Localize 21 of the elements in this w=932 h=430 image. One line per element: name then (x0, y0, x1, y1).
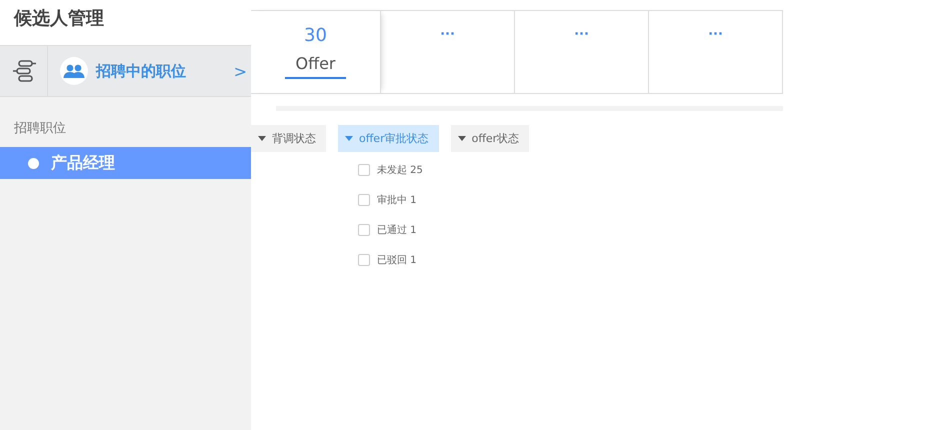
stage-tab[interactable]: ··· (648, 11, 782, 93)
stage-tab[interactable]: 30 Offer (251, 11, 380, 93)
option-label: 未发起 25 (377, 164, 423, 177)
option-label: 审批中 1 (377, 194, 417, 207)
stage-tab[interactable]: ··· (514, 11, 648, 93)
checkbox[interactable] (358, 224, 370, 236)
filter-dropdown[interactable]: offer状态 (450, 125, 530, 152)
option-label: 已驳回 1 (377, 254, 417, 267)
position-switcher[interactable]: 招聘中的职位 (96, 62, 226, 80)
people-icon (60, 57, 88, 85)
filter-dropdown[interactable]: 背调状态 (251, 125, 326, 152)
section-heading: 招聘职位 (13, 120, 67, 138)
filter-dropdown[interactable]: offer审批状态 (338, 125, 439, 152)
option-label: 已通过 1 (377, 224, 417, 237)
checkbox[interactable] (358, 194, 370, 206)
chevron-right[interactable]: > (234, 62, 251, 80)
page-title: 候选人管理 (0, 0, 251, 46)
position-item[interactable]: 产品经理 (0, 147, 251, 179)
checkbox[interactable] (358, 164, 370, 176)
stage-tab[interactable]: ··· (380, 11, 514, 93)
checkbox[interactable] (358, 254, 370, 266)
